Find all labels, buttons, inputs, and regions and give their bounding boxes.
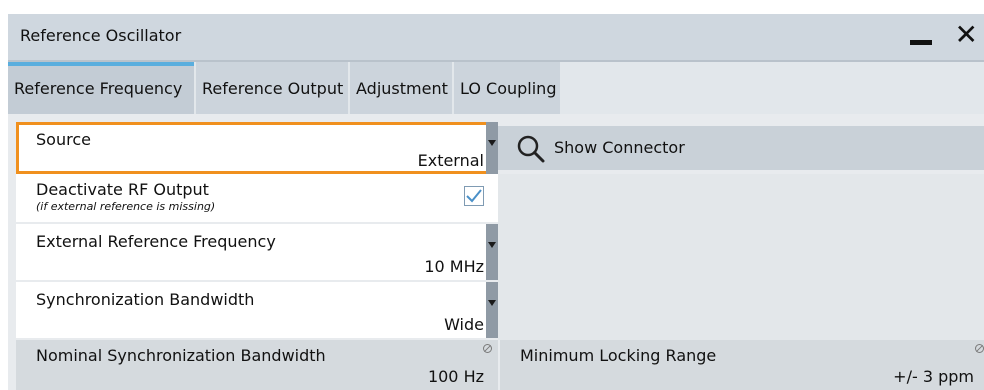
deactivate-rf-label: Deactivate RF Output xyxy=(36,180,209,199)
minimum-locking-range-display: Minimum Locking Range +/- 3 ppm xyxy=(500,340,984,390)
minimize-icon[interactable] xyxy=(910,40,932,45)
tab-reference-frequency[interactable]: Reference Frequency xyxy=(8,62,194,114)
deactivate-rf-note: (if external reference is missing) xyxy=(36,200,216,213)
tab-reference-output[interactable]: Reference Output xyxy=(196,62,348,114)
ext-ref-freq-label: External Reference Frequency xyxy=(36,232,276,251)
sync-bw-value: Wide xyxy=(444,315,484,334)
right-panel-area xyxy=(498,174,984,340)
show-connector-button[interactable]: Show Connector xyxy=(498,126,984,170)
min-locking-range-value: +/- 3 ppm xyxy=(893,367,974,386)
chevron-down-icon[interactable] xyxy=(486,282,498,338)
nominal-synchronization-bandwidth-display: Nominal Synchronization Bandwidth 100 Hz xyxy=(16,340,498,390)
synchronization-bandwidth-select[interactable]: Synchronization Bandwidth Wide xyxy=(16,282,498,338)
dialog-title: Reference Oscillator xyxy=(20,26,182,45)
tab-label: Reference Output xyxy=(202,79,344,98)
tab-label: LO Coupling xyxy=(460,79,557,98)
source-select[interactable]: Source External xyxy=(16,122,498,174)
ext-ref-freq-value: 10 MHz xyxy=(424,257,484,276)
tab-label: Reference Frequency xyxy=(14,79,183,98)
deactivate-rf-checkbox[interactable] xyxy=(464,186,484,206)
close-icon[interactable]: ✕ xyxy=(955,18,978,52)
nominal-sync-bw-label: Nominal Synchronization Bandwidth xyxy=(36,346,326,365)
search-icon xyxy=(517,135,545,163)
tab-lo-coupling[interactable]: LO Coupling xyxy=(454,62,560,114)
read-only-icon xyxy=(975,344,984,353)
source-label: Source xyxy=(36,130,91,149)
chevron-down-icon[interactable] xyxy=(486,224,498,280)
tab-adjustment[interactable]: Adjustment xyxy=(350,62,452,114)
nominal-sync-bw-value: 100 Hz xyxy=(427,367,484,386)
title-bar: Reference Oscillator ✕ xyxy=(8,14,984,62)
tab-bar: Reference Frequency Reference Output Adj… xyxy=(8,62,984,114)
sync-bw-label: Synchronization Bandwidth xyxy=(36,290,255,309)
show-connector-label: Show Connector xyxy=(554,138,685,157)
chevron-down-icon[interactable] xyxy=(486,122,498,174)
checkmark-icon xyxy=(466,189,482,203)
min-locking-range-label: Minimum Locking Range xyxy=(520,346,717,365)
read-only-icon xyxy=(483,344,492,353)
tab-label: Adjustment xyxy=(356,79,448,98)
deactivate-rf-output-row[interactable]: Deactivate RF Output (if external refere… xyxy=(16,174,498,222)
source-value: External xyxy=(417,151,484,170)
reference-oscillator-dialog: Reference Oscillator ✕ Reference Frequen… xyxy=(8,14,984,390)
external-reference-frequency-select[interactable]: External Reference Frequency 10 MHz xyxy=(16,224,498,280)
